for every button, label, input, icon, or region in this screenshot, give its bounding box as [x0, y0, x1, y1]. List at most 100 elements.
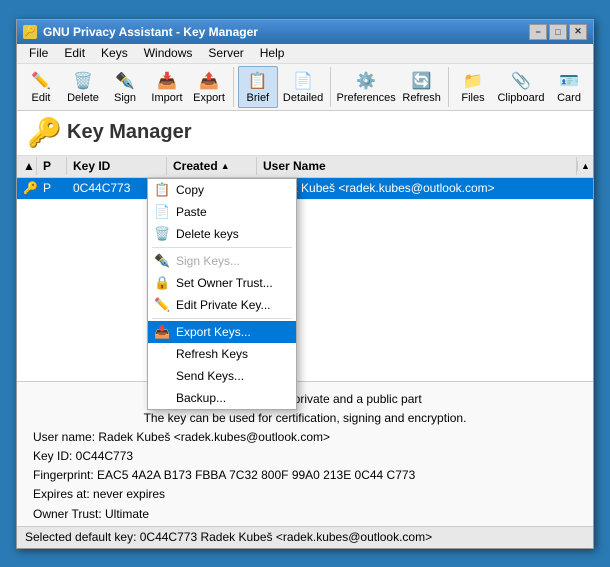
context-menu-sep-1 — [152, 247, 292, 248]
toolbar-card[interactable]: 🪪 Card — [549, 66, 589, 108]
toolbar-preferences[interactable]: ⚙️ Preferences — [335, 66, 397, 108]
menu-keys[interactable]: Keys — [93, 44, 136, 62]
toolbar-delete-label: Delete — [67, 92, 99, 104]
toolbar-files[interactable]: 📁 Files — [453, 66, 493, 108]
list-header: ▲ P Key ID Created ▲ User Name ▲ — [17, 156, 593, 178]
owner-trust-icon: 🔒 — [154, 275, 170, 291]
sign-icon: ✒️ — [114, 70, 136, 92]
toolbar-detailed-label: Detailed — [283, 92, 323, 104]
toolbar-import-label: Import — [151, 92, 182, 104]
edit-icon: ✏️ — [30, 70, 52, 92]
main-window: 🔑 GNU Privacy Assistant - Key Manager − … — [16, 19, 594, 549]
row-username: Radek Kubeš <radek.kubes@outlook.com> — [257, 179, 593, 197]
toolbar-sep-1 — [233, 67, 234, 107]
context-menu-backup[interactable]: Backup... — [148, 387, 296, 409]
context-menu-sep-2 — [152, 318, 292, 319]
list-scroll-indicator: ▲ — [577, 161, 593, 171]
window-title: GNU Privacy Assistant - Key Manager — [43, 25, 529, 39]
refresh-icon: 🔄 — [411, 70, 433, 92]
app-icon: 🔑 — [23, 25, 37, 39]
brief-icon: 📋 — [247, 70, 269, 92]
minimize-button[interactable]: − — [529, 24, 547, 40]
sign-keys-icon: ✒️ — [154, 253, 170, 269]
toolbar-sep-2 — [330, 67, 331, 107]
toolbar-import[interactable]: 📥 Import — [147, 66, 187, 108]
page-header: 🔑 Key Manager — [17, 111, 593, 156]
toolbar-files-label: Files — [461, 92, 484, 104]
toolbar-delete[interactable]: 🗑️ Delete — [63, 66, 103, 108]
preferences-icon: ⚙️ — [355, 70, 377, 92]
toolbar-sign[interactable]: ✒️ Sign — [105, 66, 145, 108]
detail-line-3: User name: Radek Kubeš <radek.kubes@outl… — [33, 428, 577, 447]
close-button[interactable]: ✕ — [569, 24, 587, 40]
context-menu-set-owner-trust[interactable]: 🔒 Set Owner Trust... — [148, 272, 296, 294]
clipboard-icon: 📎 — [510, 70, 532, 92]
row-type: P — [37, 179, 67, 197]
row-flag: 🔑 — [17, 179, 37, 197]
menu-edit[interactable]: Edit — [56, 44, 93, 62]
toolbar-brief[interactable]: 📋 Brief — [238, 66, 278, 108]
toolbar-export[interactable]: 📤 Export — [189, 66, 229, 108]
menu-file[interactable]: File — [21, 44, 56, 62]
toolbar: ✏️ Edit 🗑️ Delete ✒️ Sign 📥 Import 📤 Exp… — [17, 64, 593, 111]
col-header-sort[interactable]: ▲ — [17, 157, 37, 175]
context-menu-paste[interactable]: 📄 Paste — [148, 201, 296, 223]
detail-line-7: Owner Trust: Ultimate — [33, 505, 577, 524]
detail-line-8: Key validity: Fully Valid — [33, 524, 577, 526]
detail-line-2: The key can be used for certification, s… — [33, 409, 577, 428]
page-title: Key Manager — [67, 121, 192, 144]
col-header-type[interactable]: P — [37, 157, 67, 175]
context-menu-refresh-keys[interactable]: Refresh Keys — [148, 343, 296, 365]
menu-bar: File Edit Keys Windows Server Help — [17, 44, 593, 64]
detailed-icon: 📄 — [292, 70, 314, 92]
toolbar-sep-3 — [448, 67, 449, 107]
toolbar-edit[interactable]: ✏️ Edit — [21, 66, 61, 108]
detail-line-6: Expires at: never expires — [33, 485, 577, 504]
context-menu-sign-keys[interactable]: ✒️ Sign Keys... — [148, 250, 296, 272]
context-menu-send-keys[interactable]: Send Keys... — [148, 365, 296, 387]
import-icon: 📥 — [156, 70, 178, 92]
detail-line-5: Fingerprint: EAC5 4A2A B173 FBBA 7C32 80… — [33, 466, 577, 485]
table-row[interactable]: 🔑 P 0C44C773 2015-03 Radek Kubeš <radek.… — [17, 178, 593, 200]
col-header-username[interactable]: User Name — [257, 157, 577, 175]
toolbar-export-label: Export — [193, 92, 225, 104]
window-controls: − □ ✕ — [529, 24, 587, 40]
context-menu-copy[interactable]: 📋 Copy — [148, 179, 296, 201]
col-header-keyid[interactable]: Key ID — [67, 157, 167, 175]
toolbar-sign-label: Sign — [114, 92, 136, 104]
toolbar-edit-label: Edit — [32, 92, 51, 104]
menu-server[interactable]: Server — [200, 44, 251, 62]
toolbar-preferences-label: Preferences — [336, 92, 395, 104]
export-keys-icon: 📤 — [154, 324, 170, 340]
status-text: Selected default key: 0C44C773 Radek Kub… — [25, 530, 432, 544]
toolbar-clipboard-label: Clipboard — [497, 92, 544, 104]
context-menu-edit-private-key[interactable]: ✏️ Edit Private Key... — [148, 294, 296, 316]
content-area: ▲ P Key ID Created ▲ User Name ▲ 🔑 P 0C4… — [17, 156, 593, 526]
toolbar-detailed[interactable]: 📄 Detailed — [280, 66, 327, 108]
maximize-button[interactable]: □ — [549, 24, 567, 40]
toolbar-card-label: Card — [557, 92, 581, 104]
status-bar: Selected default key: 0C44C773 Radek Kub… — [17, 526, 593, 548]
toolbar-refresh-label: Refresh — [402, 92, 441, 104]
page-header-icon: 🔑 — [27, 117, 59, 149]
detail-line-1: The key has both a private and a public … — [33, 390, 577, 409]
export-icon: 📤 — [198, 70, 220, 92]
context-menu: 📋 Copy 📄 Paste 🗑️ Delete keys ✒️ Sign Ke… — [147, 178, 297, 410]
card-icon: 🪪 — [558, 70, 580, 92]
delete-keys-icon: 🗑️ — [154, 226, 170, 242]
menu-help[interactable]: Help — [252, 44, 293, 62]
context-menu-export-keys[interactable]: 📤 Export Keys... — [148, 321, 296, 343]
toolbar-refresh[interactable]: 🔄 Refresh — [399, 66, 444, 108]
toolbar-brief-label: Brief — [247, 92, 270, 104]
paste-icon: 📄 — [154, 204, 170, 220]
menu-windows[interactable]: Windows — [136, 44, 201, 62]
files-icon: 📁 — [462, 70, 484, 92]
copy-icon: 📋 — [154, 182, 170, 198]
context-menu-delete-keys[interactable]: 🗑️ Delete keys — [148, 223, 296, 245]
detail-line-4: Key ID: 0C44C773 — [33, 447, 577, 466]
detail-area: The key has both a private and a public … — [17, 381, 593, 526]
edit-private-key-icon: ✏️ — [154, 297, 170, 313]
toolbar-clipboard[interactable]: 📎 Clipboard — [495, 66, 547, 108]
col-header-created[interactable]: Created ▲ — [167, 157, 257, 175]
key-list: ▲ P Key ID Created ▲ User Name ▲ 🔑 P 0C4… — [17, 156, 593, 381]
